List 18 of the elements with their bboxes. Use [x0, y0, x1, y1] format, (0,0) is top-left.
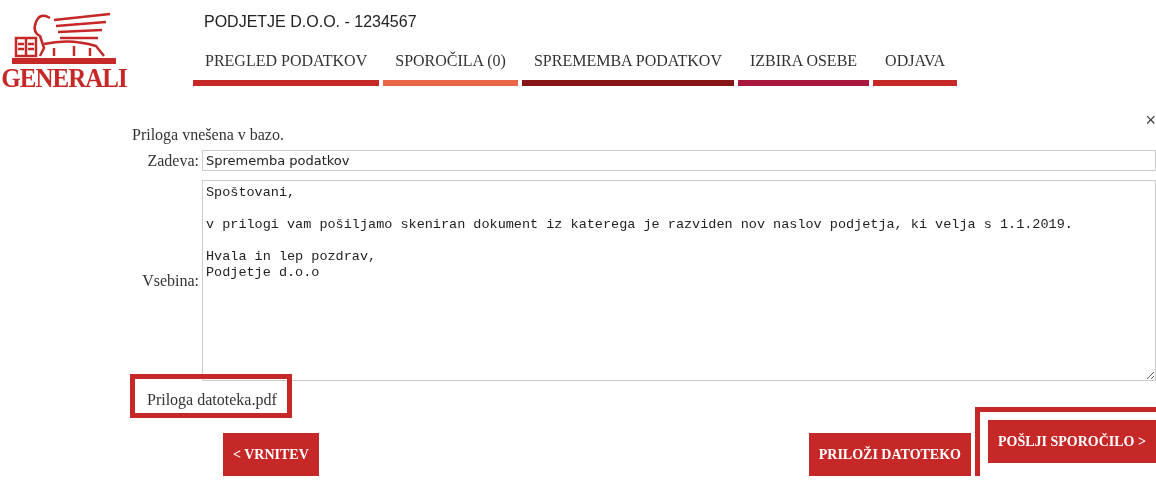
message-textarea[interactable]: Spoštovani, v prilogi vam pošiljamo skeniran dokument iz katerega je razviden nov naslov podjetja, ki velja s 1.1.2019. Hvala in lep pozdrav, Podjetje d.o.o [202, 180, 1156, 381]
attachment-label: Priloga [147, 391, 194, 409]
close-button[interactable]: × [1145, 110, 1156, 131]
action-button[interactable]: PRILOŽI DATOTEKO [808, 433, 971, 476]
attachment-filename: datoteka.pdf [197, 391, 277, 409]
back-button[interactable]: < VRNITEV [223, 433, 319, 476]
status-message: Priloga vnešena v bazo. [132, 126, 285, 146]
field-label: Vsebina: [141, 271, 200, 290]
subject-input[interactable]: Sprememba podatkov [202, 150, 1156, 171]
nav-tab[interactable]: ODJAVA [873, 52, 957, 86]
logo-text: GENERALI [1, 64, 127, 92]
nav-tab[interactable]: SPREMEMBA PODATKOV [521, 52, 734, 86]
company-name: PODJETJE D.O.O. - 1234567 [203, 13, 418, 31]
nav-tab[interactable]: IZBIRA OSEBE [737, 52, 870, 86]
field-label: Zadeva: [146, 151, 200, 170]
action-button[interactable]: POŠLJI SPOROČILO > [988, 420, 1156, 463]
nav-tab[interactable]: PREGLED PODATKOV [193, 52, 380, 86]
nav-tab[interactable]: SPOROČILA (0) [383, 52, 518, 86]
